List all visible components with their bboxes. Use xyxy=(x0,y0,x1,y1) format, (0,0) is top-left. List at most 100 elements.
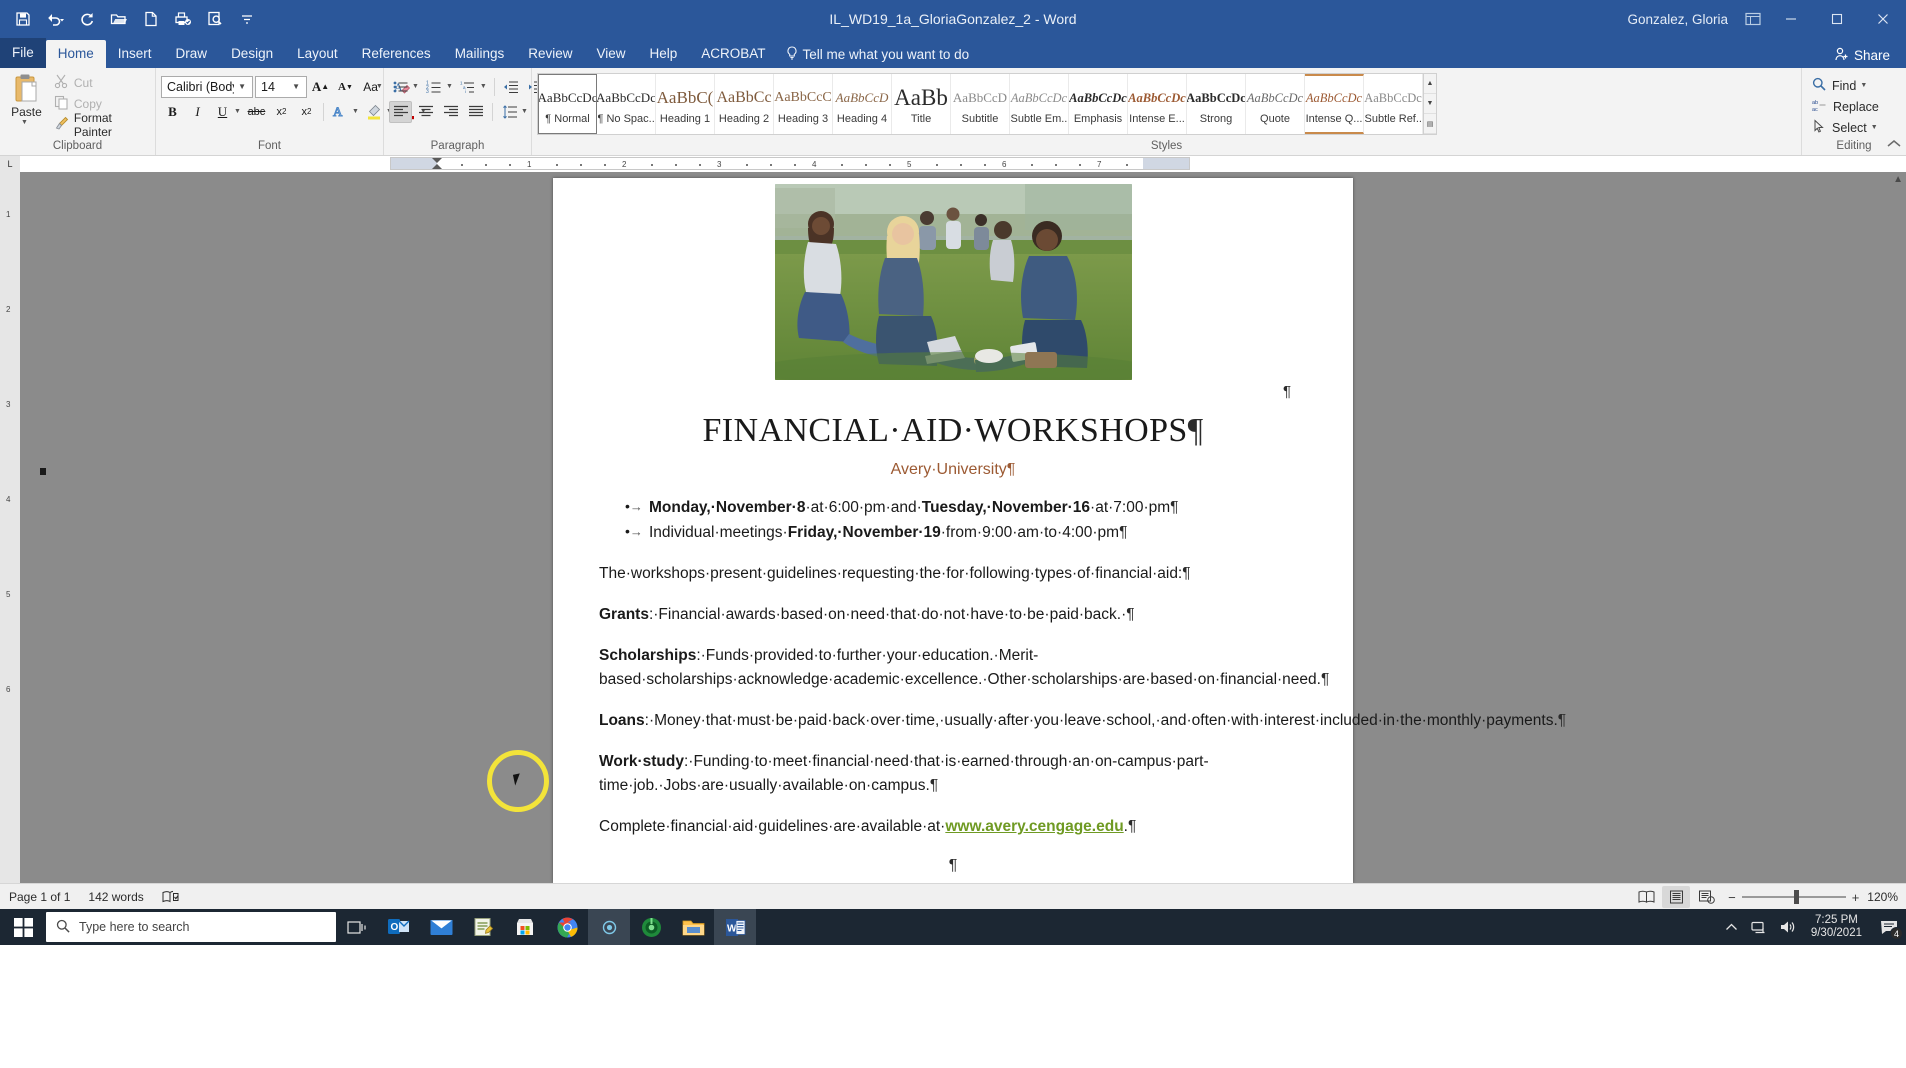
bullets-dropdown-icon[interactable]: ▼ xyxy=(412,83,421,90)
document-title-heading[interactable]: FINANCIAL·AID·WORKSHOPS¶ xyxy=(599,413,1307,449)
minimize-button[interactable] xyxy=(1768,0,1814,38)
style-emphasis[interactable]: AaBbCcDc Emphasis xyxy=(1069,74,1128,134)
font-size-chevron-down-icon[interactable]: ▼ xyxy=(288,82,304,91)
undo-icon[interactable] xyxy=(40,5,70,33)
outlook-icon[interactable]: O xyxy=(378,909,420,945)
style-no-spacing[interactable]: AaBbCcDc ¶ No Spac... xyxy=(597,74,656,134)
tab-design[interactable]: Design xyxy=(219,40,285,68)
account-name[interactable]: Gonzalez, Gloria xyxy=(1617,12,1738,27)
tab-view[interactable]: View xyxy=(584,40,637,68)
align-left-icon[interactable] xyxy=(389,100,412,123)
new-document-icon[interactable] xyxy=(136,5,166,33)
tab-acrobat[interactable]: ACROBAT xyxy=(689,40,777,68)
style-intense-emphasis[interactable]: AaBbCcDc Intense E... xyxy=(1128,74,1187,134)
campus-photo-image[interactable] xyxy=(774,184,1132,380)
ruler-tab-selector[interactable]: L xyxy=(0,156,20,172)
find-dropdown-icon[interactable]: ▼ xyxy=(1860,82,1869,89)
zoom-in-button[interactable]: + xyxy=(1852,890,1860,905)
paragraph-grants[interactable]: Grants:·Financial·awards·based·on·need·t… xyxy=(599,603,1307,627)
tab-layout[interactable]: Layout xyxy=(285,40,350,68)
select-dropdown-icon[interactable]: ▼ xyxy=(1871,124,1880,131)
format-painter-button[interactable]: Format Painter xyxy=(50,111,150,139)
style-heading-4[interactable]: AaBbCcD Heading 4 xyxy=(833,74,892,134)
replace-button[interactable]: ab ac Replace xyxy=(1807,96,1884,117)
styles-scroll-up-icon[interactable]: ▲ xyxy=(1424,74,1436,94)
save-icon[interactable] xyxy=(8,5,38,33)
font-name-combo[interactable]: Calibri (Body) ▼ xyxy=(161,75,253,98)
taskbar-clock[interactable]: 7:25 PM 9/30/2021 xyxy=(1803,914,1870,940)
show-hidden-icons-icon[interactable] xyxy=(1719,909,1745,945)
document-subtitle[interactable]: Avery·University¶ xyxy=(599,461,1307,479)
style-strong[interactable]: AaBbCcDc Strong xyxy=(1187,74,1246,134)
zoom-slider[interactable]: − + xyxy=(1722,890,1865,905)
word-icon[interactable]: W xyxy=(714,909,756,945)
tab-draw[interactable]: Draw xyxy=(164,40,220,68)
style-heading-2[interactable]: AaBbCc Heading 2 xyxy=(715,74,774,134)
bullets-icon[interactable] xyxy=(389,76,412,98)
tell-me-box[interactable]: Tell me what you want to do xyxy=(778,40,978,68)
line-spacing-dropdown-icon[interactable]: ▼ xyxy=(521,108,530,115)
redo-icon[interactable] xyxy=(72,5,102,33)
styles-gallery[interactable]: AaBbCcDc ¶ Normal AaBbCcDc ¶ No Spac... … xyxy=(537,73,1437,135)
bold-button[interactable]: B xyxy=(161,101,184,123)
style-intense-quote[interactable]: AaBbCcDc Intense Q... xyxy=(1305,74,1364,134)
paragraph-intro[interactable]: The·workshops·present·guidelines·request… xyxy=(599,562,1307,586)
paragraph-guidelines-link[interactable]: Complete·financial·aid·guidelines·are·av… xyxy=(599,815,1307,839)
list-item[interactable]: •→ Monday,·November·8·at·6:00·pm·and·Tues… xyxy=(599,495,1307,520)
style-heading-3[interactable]: AaBbCcC Heading 3 xyxy=(774,74,833,134)
chrome-icon[interactable] xyxy=(546,909,588,945)
styles-scroll-down-icon[interactable]: ▼ xyxy=(1424,94,1436,114)
notifications-icon[interactable]: 4 xyxy=(1872,909,1906,945)
style-normal[interactable]: AaBbCcDc ¶ Normal xyxy=(538,74,597,134)
justify-icon[interactable] xyxy=(464,101,487,123)
style-quote[interactable]: AaBbCcDc Quote xyxy=(1246,74,1305,134)
paste-dropdown-icon[interactable]: ▼ xyxy=(21,119,30,126)
font-size-combo[interactable]: 14 ▼ xyxy=(255,75,307,98)
notepad-icon[interactable] xyxy=(462,909,504,945)
web-layout-icon[interactable] xyxy=(1692,886,1720,908)
read-mode-icon[interactable] xyxy=(1632,886,1660,908)
italic-button[interactable]: I xyxy=(186,101,209,123)
style-subtitle[interactable]: AaBbCcD Subtitle xyxy=(951,74,1010,134)
paragraph-work-study[interactable]: Work·study:·Funding·to·meet·financial·ne… xyxy=(599,750,1307,798)
tab-references[interactable]: References xyxy=(350,40,443,68)
task-view-icon[interactable] xyxy=(336,909,378,945)
horizontal-ruler[interactable]: 1 2 3 4 5 6 7 xyxy=(390,157,1190,170)
avery-cengage-hyperlink[interactable]: www.avery.cengage.edu xyxy=(945,818,1123,835)
hanging-indent-marker[interactable] xyxy=(432,164,442,169)
open-icon[interactable] xyxy=(104,5,134,33)
style-subtle-reference[interactable]: AaBbCcDc Subtle Ref... xyxy=(1364,74,1423,134)
document-page[interactable]: ¶ FINANCIAL·AID·WORKSHOPS¶ Avery·Univers… xyxy=(553,178,1566,883)
list-item[interactable]: •→ Individual·meetings·Friday,·November·1… xyxy=(599,520,1307,545)
shrink-font-icon[interactable]: A ▼ xyxy=(334,76,357,98)
tab-file[interactable]: File xyxy=(0,38,46,68)
grow-font-icon[interactable]: A ▲ xyxy=(309,76,332,98)
paragraph-loans[interactable]: Loans:·Money·that·must·be·paid·back·over… xyxy=(599,709,1566,733)
line-spacing-icon[interactable] xyxy=(498,101,521,123)
start-button-icon[interactable] xyxy=(0,909,46,945)
print-icon[interactable] xyxy=(168,5,198,33)
cut-button[interactable]: Cut xyxy=(50,73,150,93)
find-button[interactable]: Find ▼ xyxy=(1807,75,1874,96)
print-layout-icon[interactable] xyxy=(1662,886,1691,908)
style-title[interactable]: AaBb Title xyxy=(892,74,951,134)
underline-button[interactable]: U xyxy=(211,101,234,123)
zoom-level[interactable]: 120% xyxy=(1867,890,1902,904)
underline-dropdown-icon[interactable]: ▼ xyxy=(234,108,243,115)
print-preview-icon[interactable] xyxy=(200,5,230,33)
word-count[interactable]: 142 words xyxy=(79,884,152,910)
subscript-button[interactable]: x2 xyxy=(270,101,293,123)
paragraph-scholarships[interactable]: Scholarships:·Funds·provided·to·further·… xyxy=(599,644,1329,692)
style-subtle-emphasis[interactable]: AaBbCcDc Subtle Em... xyxy=(1010,74,1069,134)
decrease-indent-icon[interactable] xyxy=(500,76,523,98)
multilevel-list-icon[interactable]: 1ai xyxy=(457,76,480,98)
customize-qat-icon[interactable] xyxy=(232,5,262,33)
account-picture-icon[interactable] xyxy=(1738,4,1768,34)
text-effects-dropdown-icon[interactable]: ▼ xyxy=(352,108,361,115)
first-line-indent-marker[interactable] xyxy=(432,158,442,163)
vertical-ruler[interactable]: 1 2 3 4 5 6 xyxy=(0,172,20,883)
tab-mailings[interactable]: Mailings xyxy=(443,40,517,68)
microsoft-store-icon[interactable] xyxy=(504,909,546,945)
text-effects-icon[interactable]: A xyxy=(329,101,352,123)
mail-icon[interactable] xyxy=(420,909,462,945)
